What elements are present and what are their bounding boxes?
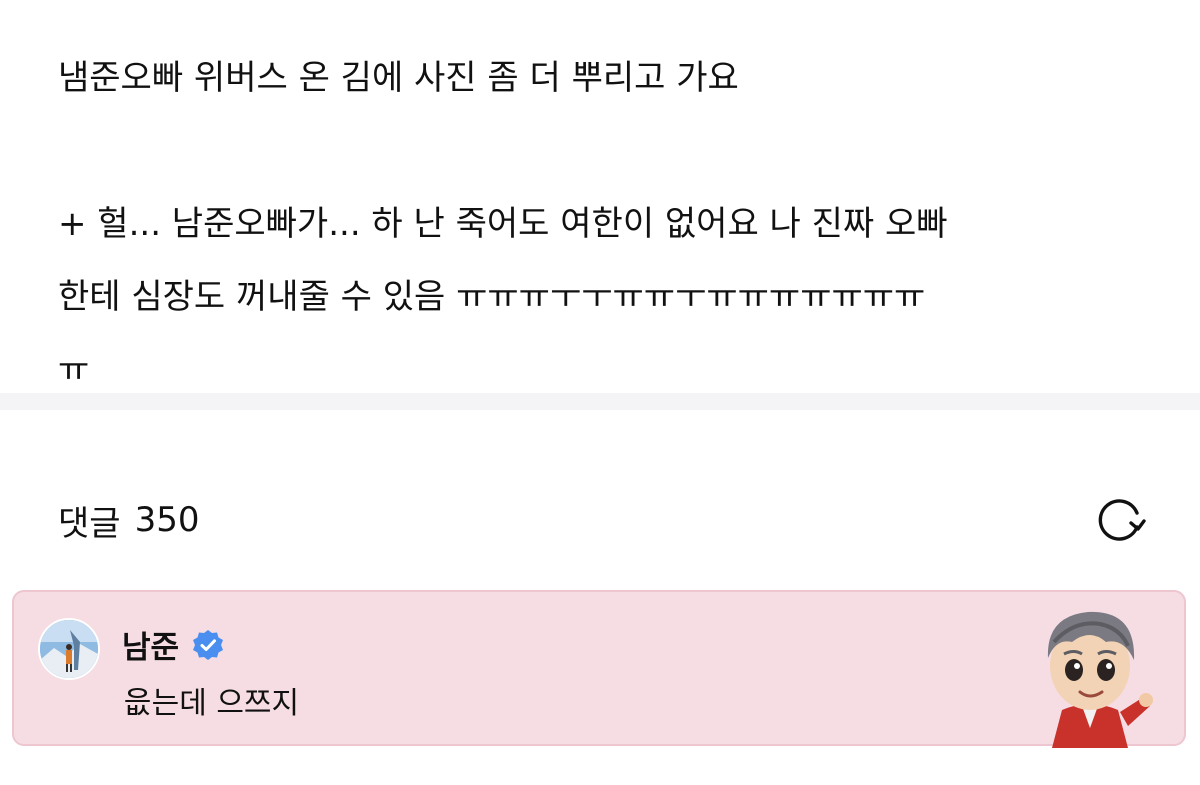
post-line-2: + 헐... 남준오빠가... 하 난 죽어도 여한이 없어요 나 진짜 오빠 xyxy=(58,204,948,244)
section-divider xyxy=(0,393,1200,410)
comments-header: 댓글 350 xyxy=(58,492,1148,548)
comment-card[interactable]: 남준 읎는데 으쯔지 xyxy=(12,590,1186,748)
comments-count: 350 xyxy=(134,500,200,540)
post-line-3: 한테 심장도 꺼내줄 수 있음 ㅠㅠㅠㅜㅜㅠㅠㅜㅠㅠㅠㅠㅠㅠㅠ xyxy=(58,277,926,317)
comments-label: 댓글 xyxy=(58,503,121,544)
comments-title: 댓글 350 xyxy=(58,496,199,545)
post-page: 냄준오빠 위버스 온 김에 사진 좀 더 뿌리고 가요 + 헐... 남준오빠가… xyxy=(0,0,1200,785)
post-body: 냄준오빠 위버스 온 김에 사진 좀 더 뿌리고 가요 + 헐... 남준오빠가… xyxy=(58,42,1168,407)
post-line-1: 냄준오빠 위버스 온 김에 사진 좀 더 뿌리고 가요 xyxy=(58,58,739,98)
comment-author-row: 남준 xyxy=(122,622,225,667)
avatar-photo-icon xyxy=(40,620,98,678)
verified-badge-icon xyxy=(193,629,224,660)
refresh-button[interactable] xyxy=(1092,492,1148,548)
refresh-icon xyxy=(1098,499,1146,541)
comment-text: 읎는데 으쯔지 xyxy=(124,686,300,721)
comment-author-name[interactable]: 남준 xyxy=(122,622,179,667)
avatar[interactable] xyxy=(38,618,100,680)
character-sticker-icon xyxy=(1047,611,1153,748)
